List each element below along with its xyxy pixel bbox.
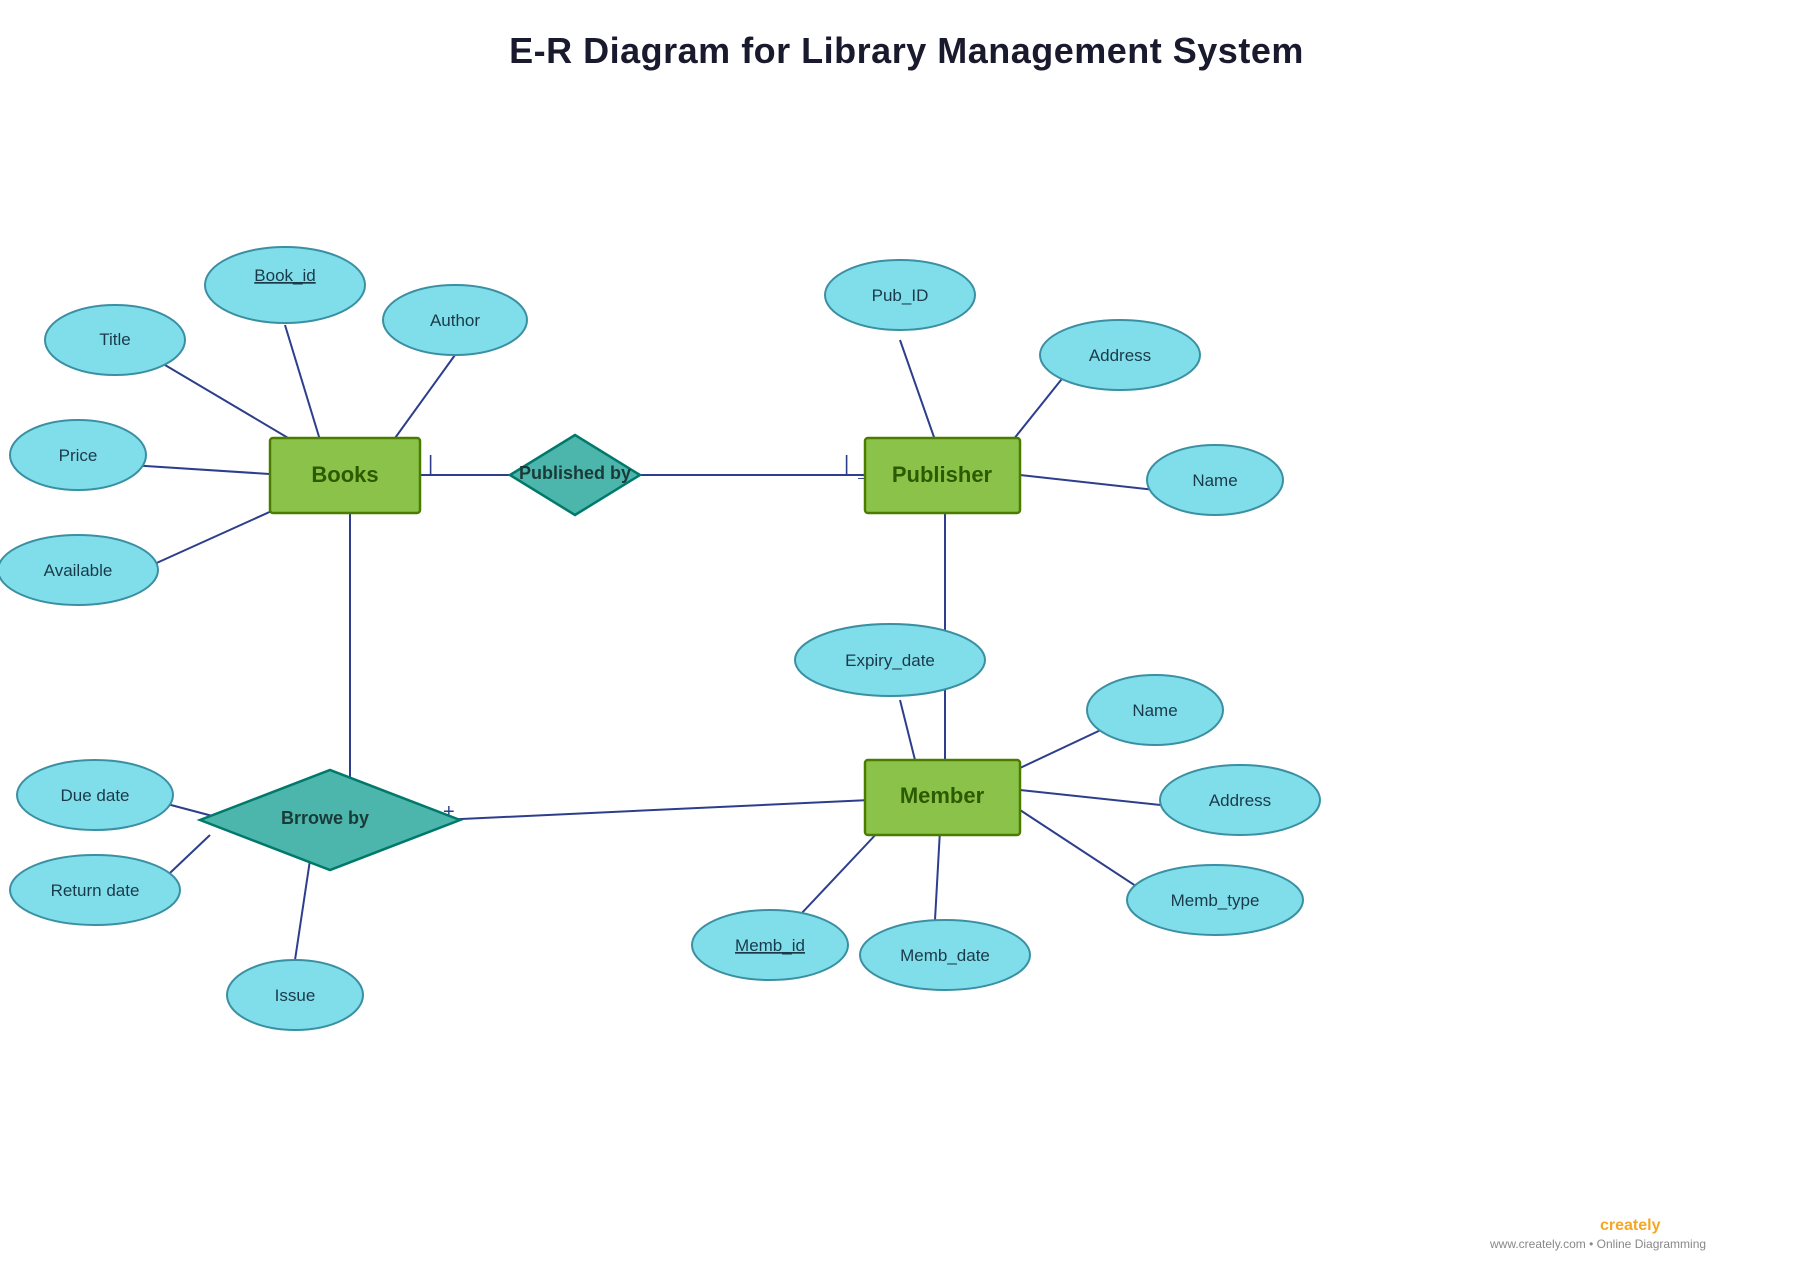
relationship-brrowe-by-label: Brrowe by (281, 808, 369, 828)
entity-publisher-label: Publisher (892, 462, 993, 487)
attr-expiry-date-label: Expiry_date (845, 651, 935, 670)
relationship-published-by-label: Published by (519, 463, 631, 483)
attr-book-id (205, 247, 365, 323)
attr-mem-address-label: Address (1209, 791, 1271, 810)
attr-pub-id-label: Pub_ID (872, 286, 929, 305)
attr-pub-address-label: Address (1089, 346, 1151, 365)
attr-memb-type-label: Memb_type (1171, 891, 1260, 910)
page-title: E-R Diagram for Library Management Syste… (0, 0, 1813, 72)
creately-logo: creately (1600, 1217, 1661, 1234)
attr-memb-date-label: Memb_date (900, 946, 990, 965)
attr-book-id-label: Book_id (254, 266, 315, 285)
attr-issue-label: Issue (275, 986, 316, 1005)
attr-return-date-label: Return date (51, 881, 140, 900)
creately-url: www.creately.com • Online Diagramming (1489, 1237, 1706, 1251)
entity-books-label: Books (311, 462, 378, 487)
attr-due-date-label: Due date (61, 786, 130, 805)
attr-price-label: Price (59, 446, 98, 465)
attr-author-label: Author (430, 311, 480, 330)
attr-memb-id-label: Memb_id (735, 936, 805, 955)
er-diagram: | | — + + Book_id Title Author Price Ava… (0, 100, 1813, 1260)
entity-member-label: Member (900, 783, 985, 808)
attr-mem-name-label: Name (1132, 701, 1177, 720)
attr-title-label: Title (99, 330, 131, 349)
svg-text:|: | (844, 453, 849, 475)
svg-text:|: | (428, 453, 433, 475)
attr-pub-name-label: Name (1192, 471, 1237, 490)
attr-available-label: Available (44, 561, 113, 580)
